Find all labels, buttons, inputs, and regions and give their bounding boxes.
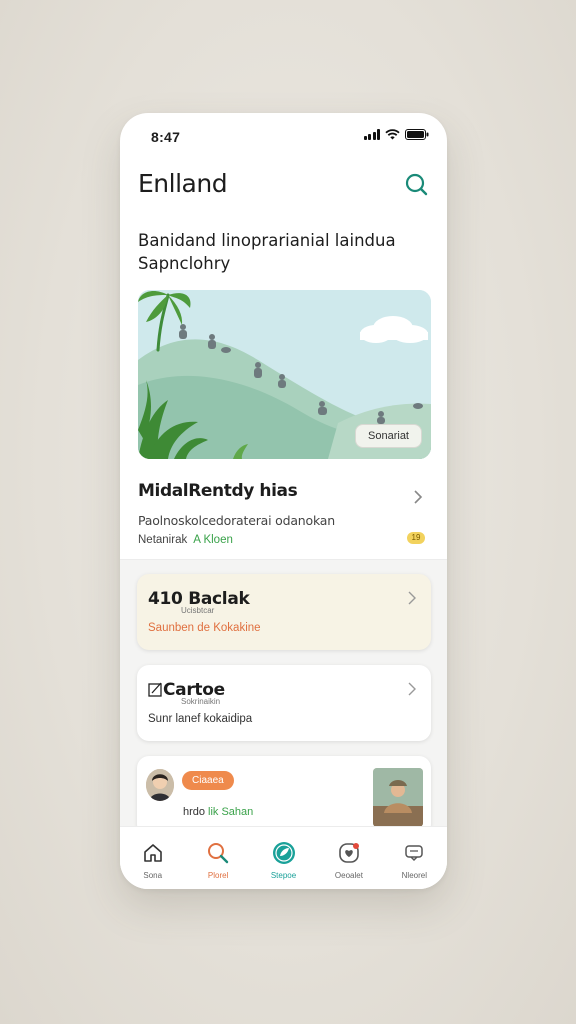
feature-description: Paolnoskolcedoraterai odanokan — [138, 513, 335, 528]
search-icon — [208, 843, 229, 864]
feature-meta: Netanirak A Kloen — [138, 534, 429, 546]
tab-bar: Sona Plorel Stepoe Oeoalet Nleorel — [120, 826, 447, 889]
wifi-icon — [385, 129, 400, 140]
search-icon — [405, 173, 428, 196]
tag-pill[interactable]: Ciaaea — [182, 771, 234, 790]
headline-line-1: Banidand linoprarianial laindua — [138, 231, 396, 250]
tab-label: Nleorel — [401, 871, 427, 880]
card3-text-main: hrdo — [183, 806, 206, 818]
tab-activity[interactable]: Oeoalet — [316, 827, 381, 889]
tab-home[interactable]: Sona — [120, 827, 185, 889]
tab-explore[interactable]: Plorel — [185, 827, 250, 889]
card3-text: hrdo lik Sahan — [183, 806, 253, 818]
card-subtitle: Ucisbtcar — [181, 606, 215, 615]
feature-meta-tag: A Kloen — [193, 534, 233, 546]
leaf-badge-icon — [272, 842, 295, 864]
home-icon — [143, 844, 162, 862]
feature-item[interactable]: MidalRentdy hias Paolnoskolcedoraterai o… — [138, 481, 429, 546]
tab-label: Oeoalet — [334, 871, 363, 880]
card-description: Sunr lanef kokaidipa — [148, 713, 253, 725]
tab-label: Stepoe — [270, 871, 297, 880]
feature-badge: 19 — [407, 532, 425, 544]
status-icons — [363, 129, 430, 140]
card-description: Saunben de Kokakine — [148, 622, 261, 634]
card-baclak[interactable]: 410 Baclak Ucisbtcar Saunben de Kokakine — [137, 574, 431, 650]
card-subtitle: Sokrinaikin — [181, 697, 221, 706]
chat-icon — [405, 845, 424, 862]
status-bar: 8:47 — [120, 113, 447, 159]
hero-illustration[interactable]: Sonariat — [138, 290, 431, 459]
feature-meta-text: Netanirak — [138, 534, 188, 546]
card-post[interactable]: Ciaaea hrdo lik Sahan — [137, 756, 431, 836]
tab-steps[interactable]: Stepoe — [251, 827, 316, 889]
chevron-right-icon[interactable] — [413, 490, 423, 509]
tab-messages[interactable]: Nleorel — [382, 827, 447, 889]
signal-icon — [363, 129, 380, 140]
post-thumbnail[interactable] — [373, 768, 423, 827]
headline: Banidand linoprarianial laindua Sapncloh… — [138, 229, 428, 275]
tab-label: Plorel — [207, 871, 229, 880]
hero-action-button[interactable]: Sonariat — [355, 424, 422, 448]
avatar[interactable] — [146, 769, 174, 801]
chevron-right-icon[interactable] — [407, 591, 417, 610]
battery-icon — [405, 129, 429, 140]
headline-line-2: Sapnclohry — [138, 254, 231, 273]
tab-label: Sona — [143, 871, 163, 880]
search-button[interactable] — [403, 171, 431, 199]
phone-screen: 8:47 Enlland Banidand linoprarianial lai… — [120, 113, 447, 889]
status-time: 8:47 — [151, 129, 181, 145]
app-title: Enlland — [138, 169, 228, 198]
card3-text-green: lik Sahan — [208, 806, 254, 818]
card-cartoe[interactable]: Cartoe Sokrinaikin Sunr lanef kokaidipa — [137, 665, 431, 741]
edit-icon — [148, 682, 162, 697]
chevron-right-icon[interactable] — [407, 682, 417, 701]
heart-notification-icon — [339, 843, 359, 863]
feature-title: MidalRentdy hias — [138, 481, 298, 501]
